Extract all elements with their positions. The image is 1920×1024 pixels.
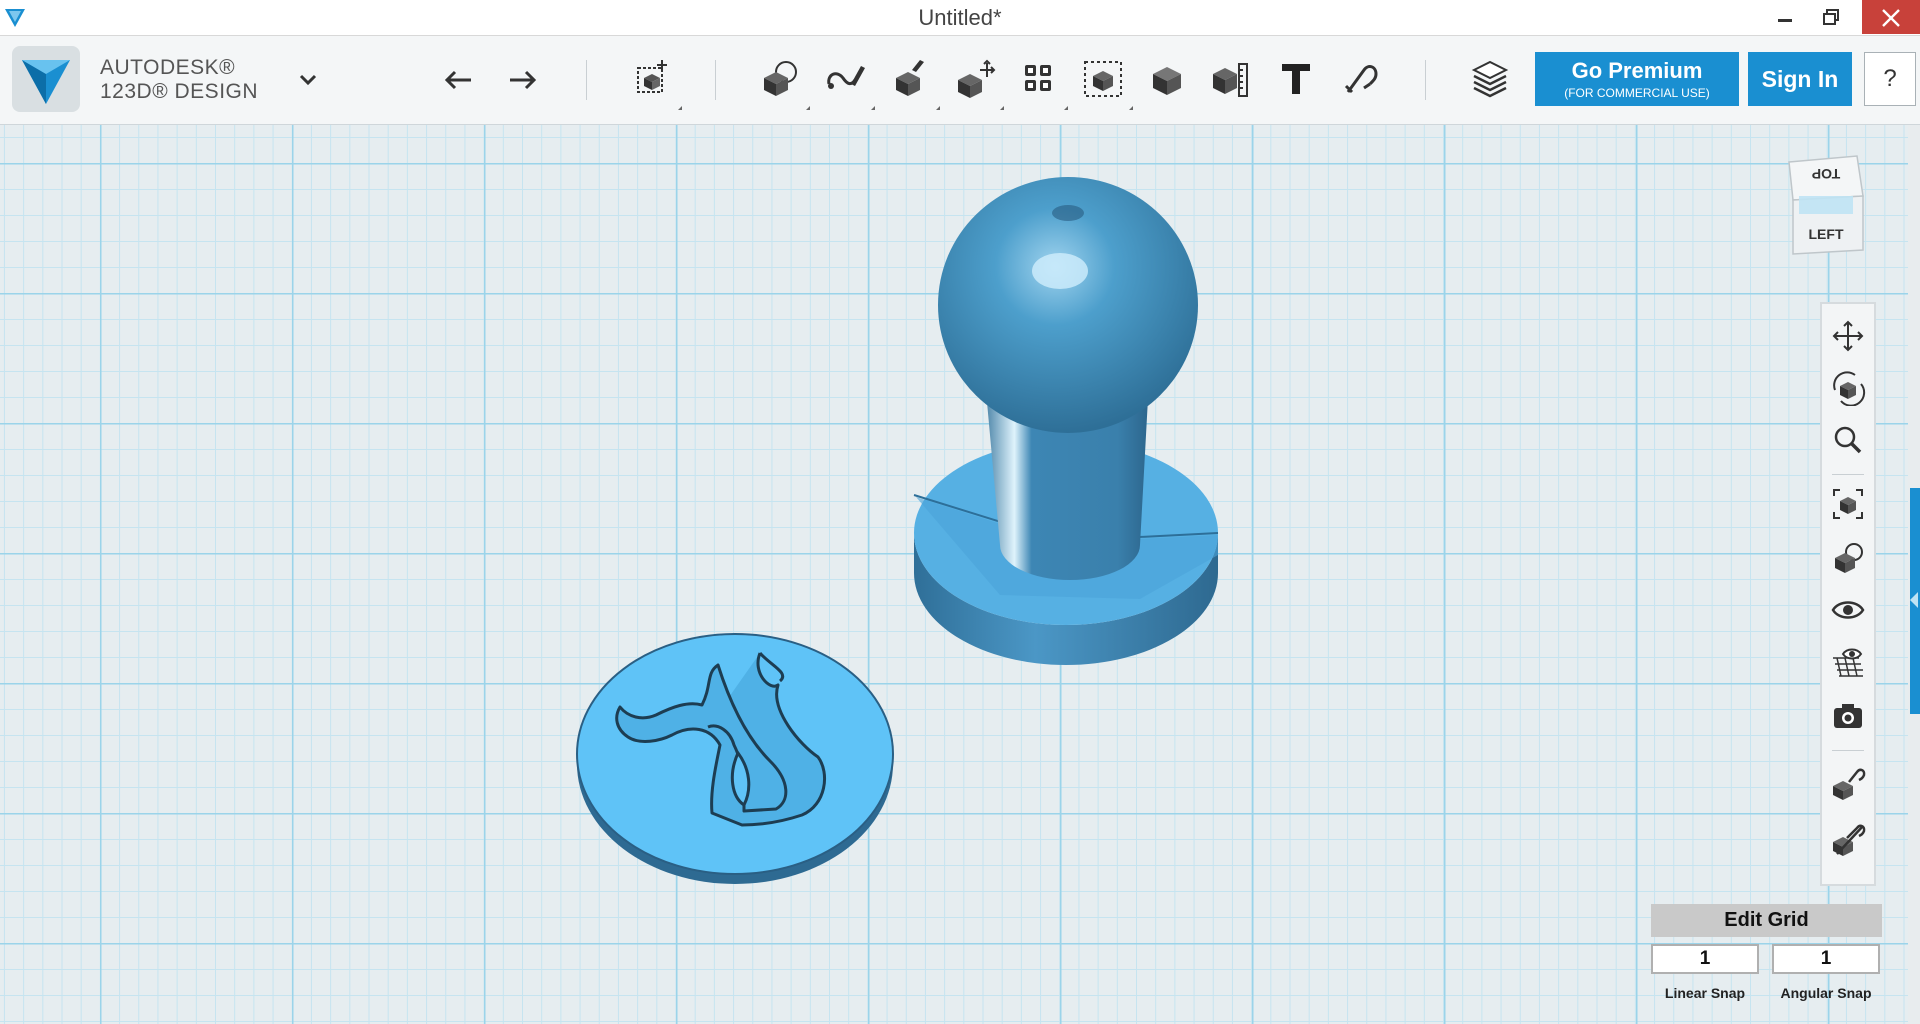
3d-viewport[interactable]	[0, 125, 1920, 1024]
construct-button[interactable]	[886, 56, 934, 102]
transform-button[interactable]	[628, 56, 676, 102]
snap-icon	[1344, 65, 1378, 94]
redo-icon	[510, 70, 537, 90]
view-cube-left-label[interactable]: LEFT	[1785, 226, 1867, 242]
modify-icon	[958, 59, 996, 98]
go-premium-label: Go Premium	[1571, 58, 1703, 83]
grid-visibility-button[interactable]	[1829, 644, 1867, 680]
edit-grid-button[interactable]: Edit Grid	[1651, 904, 1882, 937]
hide-icon	[1833, 824, 1866, 856]
fit-button[interactable]	[1829, 486, 1867, 522]
visibility-icon	[1831, 601, 1865, 619]
orbit-button[interactable]	[1829, 370, 1867, 407]
snap-materials-button[interactable]	[1829, 766, 1867, 802]
help-button[interactable]: ?	[1864, 52, 1916, 106]
close-icon	[1882, 9, 1900, 27]
pattern-button[interactable]	[1014, 56, 1062, 102]
close-button[interactable]	[1862, 0, 1920, 34]
text-icon	[1282, 64, 1310, 94]
toolbar-divider	[1425, 60, 1426, 100]
grouping-button[interactable]	[1079, 56, 1127, 102]
minimize-button[interactable]	[1762, 0, 1808, 34]
title-bar: Untitled*	[0, 0, 1920, 36]
maximize-button[interactable]	[1808, 0, 1854, 34]
sketch-icon	[827, 66, 865, 89]
visibility-button[interactable]	[1829, 592, 1867, 628]
stamp-face-model[interactable]	[576, 633, 894, 884]
fit-icon	[1833, 489, 1863, 519]
measure-icon	[1213, 63, 1248, 97]
view-cube[interactable]: TOP LEFT	[1785, 152, 1867, 260]
zoom-icon	[1834, 426, 1862, 454]
window-title: Untitled*	[918, 5, 1002, 30]
sketch-button[interactable]	[821, 56, 869, 102]
pan-icon	[1832, 320, 1864, 352]
chevron-down-icon[interactable]	[294, 68, 322, 92]
material-icon	[1471, 60, 1509, 98]
dropdown-corner	[1129, 106, 1133, 110]
primitives-icon	[764, 61, 797, 96]
measure-button[interactable]	[1207, 56, 1255, 102]
primitives-button[interactable]	[756, 56, 804, 102]
undo-icon	[444, 70, 471, 90]
view-cube-top-label[interactable]: TOP	[1785, 166, 1867, 182]
brand-line-2: 123D® DESIGN	[100, 80, 259, 103]
main-toolbar: AUTODESK® 123D® DESIGN Go Premium (FOR C…	[0, 36, 1920, 125]
screenshot-button[interactable]	[1829, 698, 1867, 734]
combine-button[interactable]	[1143, 56, 1191, 102]
go-premium-button[interactable]: Go Premium (FOR COMMERCIAL USE)	[1535, 52, 1739, 106]
toolbar-divider	[586, 60, 587, 100]
view-mode-button[interactable]	[1829, 540, 1867, 576]
nav-divider	[1832, 750, 1864, 751]
toolbar-divider	[715, 60, 716, 100]
dropdown-corner	[936, 106, 940, 110]
sign-in-button[interactable]: Sign In	[1748, 52, 1852, 106]
screenshot-icon	[1834, 704, 1862, 728]
collapse-arrow-icon[interactable]	[1910, 592, 1918, 608]
angular-snap-label: Angular Snap	[1780, 985, 1872, 1001]
navigation-bar	[1820, 302, 1876, 886]
snap-materials-icon	[1833, 768, 1866, 800]
brand-line-1: AUTODESK®	[100, 56, 236, 79]
orbit-icon	[1833, 371, 1866, 407]
dropdown-corner	[1000, 106, 1004, 110]
scene	[576, 177, 1219, 884]
restore-icon	[1823, 9, 1839, 25]
brand-logo-icon	[12, 46, 80, 112]
dropdown-corner	[871, 106, 875, 110]
undo-button[interactable]	[435, 56, 483, 102]
construct-icon	[896, 60, 924, 96]
snap-button[interactable]	[1336, 56, 1384, 102]
angular-snap-input[interactable]	[1772, 944, 1880, 974]
zoom-button[interactable]	[1829, 422, 1867, 458]
grid-visibility-icon	[1833, 648, 1863, 677]
transform-icon	[637, 60, 667, 93]
redo-button[interactable]	[498, 56, 546, 102]
stamp-handle-model[interactable]	[913, 177, 1219, 665]
brand-name: AUTODESK® 123D® DESIGN	[100, 56, 258, 104]
minimize-icon	[1778, 19, 1792, 22]
go-premium-sublabel: (FOR COMMERCIAL USE)	[1564, 86, 1710, 100]
modify-button[interactable]	[950, 56, 998, 102]
hide-button[interactable]	[1829, 822, 1867, 858]
combine-icon	[1153, 67, 1181, 95]
view-mode-icon	[1835, 543, 1863, 573]
text-button[interactable]	[1272, 56, 1320, 102]
dropdown-corner	[1064, 106, 1068, 110]
pan-button[interactable]	[1829, 318, 1867, 354]
linear-snap-label: Linear Snap	[1664, 985, 1746, 1001]
dropdown-corner	[678, 106, 682, 110]
grouping-icon	[1084, 61, 1122, 97]
dropdown-corner	[806, 106, 810, 110]
pattern-icon	[1025, 65, 1051, 91]
linear-snap-input[interactable]	[1651, 944, 1759, 974]
nav-divider	[1832, 474, 1864, 475]
material-button[interactable]	[1466, 56, 1514, 102]
